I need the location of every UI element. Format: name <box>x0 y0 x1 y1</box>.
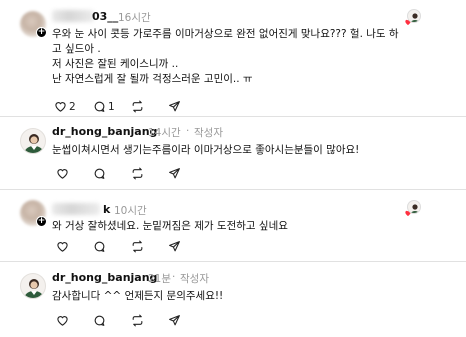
share-button[interactable] <box>168 167 181 180</box>
timestamp[interactable]: 14시간 <box>148 125 181 140</box>
share-button[interactable] <box>168 240 181 253</box>
share-button[interactable] <box>168 100 181 113</box>
author-tag: 작성자 <box>194 127 223 139</box>
timestamp[interactable]: 16시간 <box>118 10 151 25</box>
reply-button[interactable]: 1 <box>93 100 115 113</box>
username[interactable]: dr_hong_banjang <box>52 125 157 138</box>
like-count: 2 <box>69 100 76 113</box>
divider <box>0 261 466 262</box>
comment-icon <box>94 101 105 112</box>
username[interactable]: 03__ <box>92 10 118 23</box>
repost-button[interactable] <box>131 240 144 253</box>
like-button[interactable] <box>56 314 69 327</box>
comment-line: 저 사진은 잘된 케이스니까 .. <box>52 58 179 70</box>
separator-dot: · <box>186 125 190 137</box>
repost-button[interactable] <box>131 100 144 113</box>
timestamp[interactable]: 21분 <box>148 271 171 286</box>
like-button[interactable]: 2 <box>54 100 76 113</box>
reply-button[interactable] <box>93 167 106 180</box>
avatar[interactable] <box>20 128 46 154</box>
heart-icon <box>57 316 68 326</box>
plus-icon[interactable]: + <box>36 27 47 38</box>
reply-count: 1 <box>108 100 115 113</box>
repost-icon <box>132 167 143 180</box>
share-icon <box>169 315 180 326</box>
comment-icon <box>94 315 105 326</box>
comment-icon <box>94 241 105 252</box>
share-icon <box>169 101 180 112</box>
author-avatar-mini <box>407 9 421 23</box>
reply-button[interactable] <box>93 240 106 253</box>
comment-line: 우와 눈 사이 콧등 가로주름 이마거상으로 완전 없어진게 맞나요??? 헐.… <box>52 28 399 40</box>
username[interactable]: k <box>103 203 110 216</box>
divider <box>0 116 466 117</box>
share-button[interactable] <box>168 314 181 327</box>
like-button[interactable] <box>56 240 69 253</box>
repost-button[interactable] <box>131 314 144 327</box>
username-blurred <box>52 203 100 215</box>
comment-text: 와 거상 잘하셨네요. 눈밑꺼짐은 제가 도전하고 싶네요 <box>52 220 288 232</box>
reply-button[interactable] <box>93 314 106 327</box>
avatar[interactable] <box>20 273 46 299</box>
comment-line: 고 싶드아 . <box>52 43 101 55</box>
comment-text: 감사합니다 ^^ 언제든지 문의주세요!! <box>52 290 224 302</box>
comment-text: 눈썹이쳐시면서 생기는주름이라 이마거상으로 좋아시는분들이 많아요! <box>52 144 360 156</box>
heart-icon <box>55 102 66 112</box>
heart-icon <box>57 242 68 252</box>
username-blurred <box>52 10 94 22</box>
separator-dot: · <box>172 271 176 283</box>
author-tag: 작성자 <box>180 273 209 285</box>
heart-icon <box>57 169 68 179</box>
timestamp[interactable]: 10시간 <box>114 203 147 218</box>
comment-line: 난 자연스럽게 잘 될까 걱정스러운 고민이.. ㅠ <box>52 73 253 85</box>
share-icon <box>169 168 180 179</box>
comment-icon <box>94 168 105 179</box>
comment-text: 우와 눈 사이 콧등 가로주름 이마거상으로 완전 없어진게 맞나요??? 헐.… <box>52 27 399 87</box>
divider <box>0 189 466 190</box>
like-button[interactable] <box>56 167 69 180</box>
repost-icon <box>132 100 143 113</box>
author-avatar-mini <box>407 200 421 214</box>
plus-icon[interactable]: + <box>36 216 47 227</box>
share-icon <box>169 241 180 252</box>
repost-icon <box>132 240 143 253</box>
repost-icon <box>132 314 143 327</box>
username[interactable]: dr_hong_banjang <box>52 271 157 284</box>
repost-button[interactable] <box>131 167 144 180</box>
